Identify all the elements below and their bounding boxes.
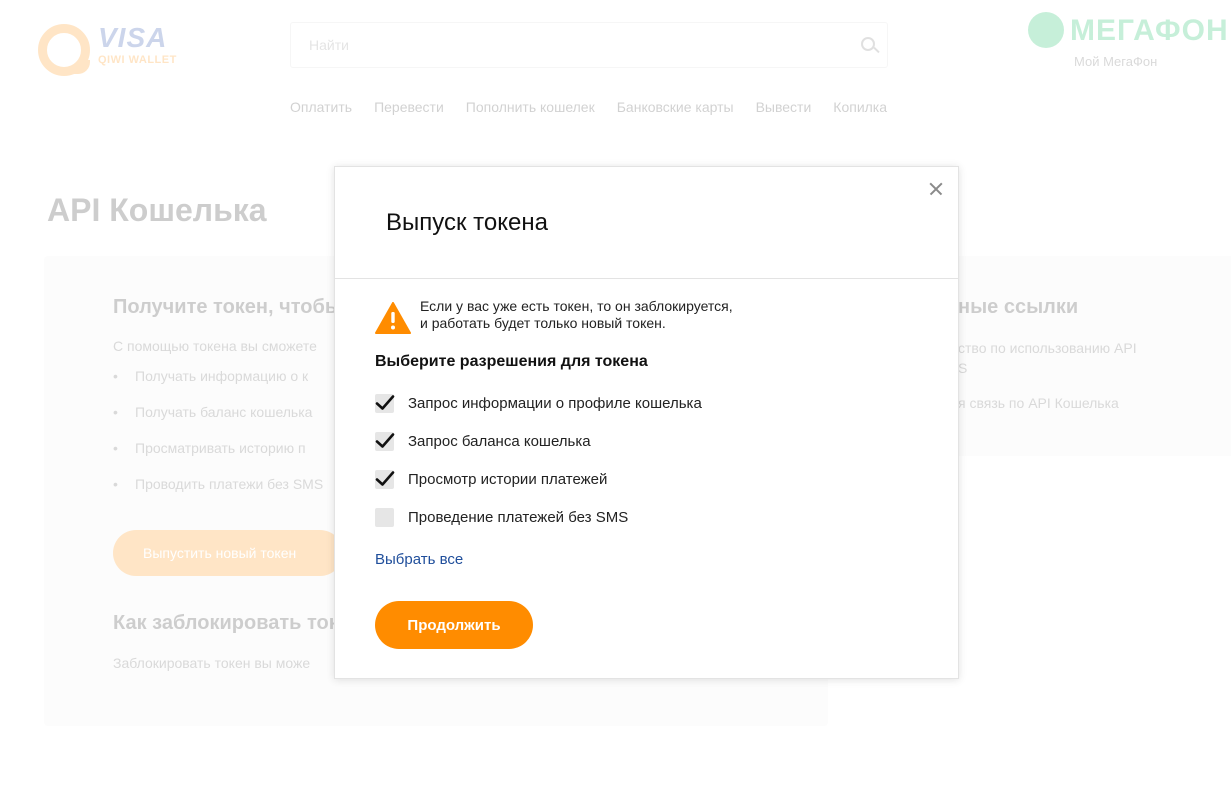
logo-tail-icon bbox=[72, 60, 90, 74]
nav-item-pay[interactable]: Оплатить bbox=[290, 99, 352, 115]
permission-label: Запрос информации о профиле кошелька bbox=[408, 394, 702, 412]
block-heading: Как заблокировать токен bbox=[113, 612, 362, 634]
checkmark-icon bbox=[375, 432, 395, 448]
nav-item-topup[interactable]: Пополнить кошелек bbox=[466, 99, 595, 115]
close-icon[interactable] bbox=[924, 177, 948, 201]
permission-profile[interactable]: Запрос информации о профиле кошелька bbox=[375, 391, 702, 415]
side-link[interactable]: я связь по API Кошелька bbox=[958, 395, 1119, 411]
list-item: Получать информацию о к bbox=[113, 368, 323, 404]
divider bbox=[335, 278, 958, 279]
select-all-link[interactable]: Выбрать все bbox=[375, 551, 463, 568]
permission-checkbox[interactable] bbox=[375, 393, 395, 413]
permission-checkbox[interactable] bbox=[375, 507, 394, 527]
warning-line-1: Если у вас уже есть токен, то он заблоки… bbox=[420, 298, 733, 314]
top-nav: Оплатить Перевести Пополнить кошелек Бан… bbox=[290, 99, 887, 115]
issue-token-button[interactable]: Выпустить новый токен bbox=[113, 530, 343, 576]
search-placeholder: Найти bbox=[309, 37, 349, 53]
logo-title: VISA bbox=[98, 22, 168, 53]
card-heading: Получите токен, чтобы bbox=[113, 296, 342, 318]
permission-label: Просмотр истории платежей bbox=[408, 470, 608, 488]
permissions-heading: Выберите разрешения для токена bbox=[375, 353, 648, 370]
checkmark-icon bbox=[375, 394, 395, 410]
list-item: Просматривать историю п bbox=[113, 440, 323, 476]
list-item: Проводить платежи без SMS bbox=[113, 476, 323, 512]
warning-text: Если у вас уже есть токен, то он заблоки… bbox=[420, 298, 733, 332]
side-link[interactable]: S bbox=[958, 360, 967, 376]
permission-checkbox[interactable] bbox=[375, 431, 395, 451]
nav-item-transfer[interactable]: Перевести bbox=[374, 99, 444, 115]
logo-subtitle: QIWI WALLET bbox=[98, 54, 177, 66]
block-text: Заблокировать токен вы може bbox=[113, 655, 311, 671]
partner-logo[interactable]: МЕГАФОН Мой МегаФон bbox=[1028, 12, 1228, 74]
issue-token-dialog: Выпуск токена Если у вас уже есть токен,… bbox=[334, 166, 959, 679]
search-input[interactable]: Найти bbox=[290, 22, 888, 68]
side-link[interactable]: ство по использованию API bbox=[958, 340, 1137, 356]
nav-item-withdraw[interactable]: Вывести bbox=[756, 99, 812, 115]
nav-item-piggybank[interactable]: Копилка bbox=[833, 99, 887, 115]
qiwi-logo[interactable]: VISA QIWI WALLET bbox=[38, 20, 218, 80]
warning-line-2: и работать будет только новый токен. bbox=[420, 315, 666, 331]
permission-history[interactable]: Просмотр истории платежей bbox=[375, 467, 607, 491]
card-bullets: Получать информацию о к Получать баланс … bbox=[113, 368, 323, 512]
permission-label: Запрос баланса кошелька bbox=[408, 432, 591, 450]
permission-checkbox[interactable] bbox=[375, 469, 395, 489]
megafon-icon bbox=[1028, 12, 1064, 48]
side-heading: ные ссылки bbox=[958, 296, 1079, 318]
dialog-title: Выпуск токена bbox=[386, 209, 548, 236]
continue-button[interactable]: Продолжить bbox=[375, 601, 533, 649]
permission-balance[interactable]: Запрос баланса кошелька bbox=[375, 429, 591, 453]
page: VISA QIWI WALLET Найти МЕГАФОН Мой МегаФ… bbox=[0, 0, 1231, 803]
search-icon[interactable] bbox=[861, 37, 875, 51]
permission-payments-no-sms[interactable]: Проведение платежей без SMS bbox=[375, 505, 628, 529]
checkmark-icon bbox=[375, 470, 395, 486]
partner-sub[interactable]: Мой МегаФон bbox=[1074, 54, 1157, 69]
list-item: Получать баланс кошелька bbox=[113, 404, 323, 440]
permission-label: Проведение платежей без SMS bbox=[408, 508, 629, 526]
partner-name: МЕГАФОН bbox=[1070, 14, 1229, 47]
nav-item-cards[interactable]: Банковские карты bbox=[617, 99, 734, 115]
card-text: С помощью токена вы сможете bbox=[113, 338, 317, 354]
page-title: API Кошелька bbox=[47, 192, 267, 228]
warning-icon bbox=[375, 302, 411, 334]
